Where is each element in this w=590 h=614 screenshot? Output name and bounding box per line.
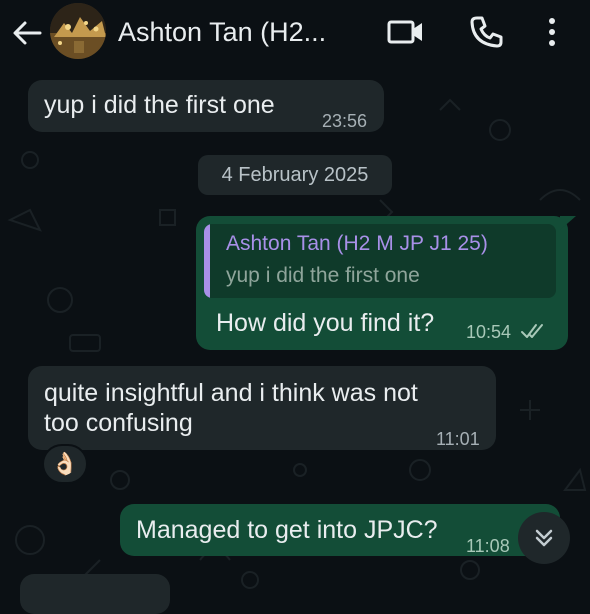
quote-author: Ashton Tan (H2 M JP J1 25) — [226, 232, 488, 255]
bubble-tail — [560, 216, 576, 230]
message-line: too confusing — [44, 409, 193, 437]
message-bubble-incoming-partial[interactable] — [20, 574, 170, 614]
message-text: yup i did the first one — [44, 91, 275, 119]
video-call-icon[interactable] — [386, 16, 426, 48]
chat-header: Ashton Tan (H2... — [0, 0, 590, 78]
date-divider: 4 February 2025 — [198, 155, 392, 195]
message-bubble-incoming[interactable]: quite insightful and i think was not too… — [28, 366, 496, 450]
message-time: 11:01 — [436, 429, 480, 449]
avatar[interactable] — [50, 3, 106, 59]
message-time: 10:54 — [466, 322, 512, 342]
contact-name[interactable]: Ashton Tan (H2... — [118, 17, 326, 48]
more-options-icon[interactable] — [542, 14, 562, 50]
message-line: quite insightful and i think was not — [44, 379, 418, 407]
double-check-icon — [521, 324, 543, 338]
chevron-double-down-icon — [535, 529, 553, 547]
reaction-emoji[interactable]: 👌🏻 — [42, 444, 88, 484]
quote-accent-bar — [204, 224, 210, 298]
quote-text: yup i did the first one — [226, 264, 420, 287]
phone-icon[interactable] — [468, 14, 504, 50]
message-time: 23:56 — [322, 111, 368, 131]
message-text: How did you find it? — [216, 309, 435, 337]
message-bubble-incoming[interactable]: yup i did the first one 23:56 — [28, 80, 384, 132]
message-text: Managed to get into JPJC? — [136, 516, 438, 544]
back-arrow-icon[interactable] — [10, 16, 44, 50]
message-time: 11:08 — [466, 536, 510, 556]
message-bubble-outgoing[interactable]: Managed to get into JPJC? 11:08 — [120, 504, 560, 556]
scroll-to-bottom-button[interactable] — [518, 512, 570, 564]
quoted-message[interactable]: Ashton Tan (H2 M JP J1 25) yup i did the… — [204, 224, 556, 298]
